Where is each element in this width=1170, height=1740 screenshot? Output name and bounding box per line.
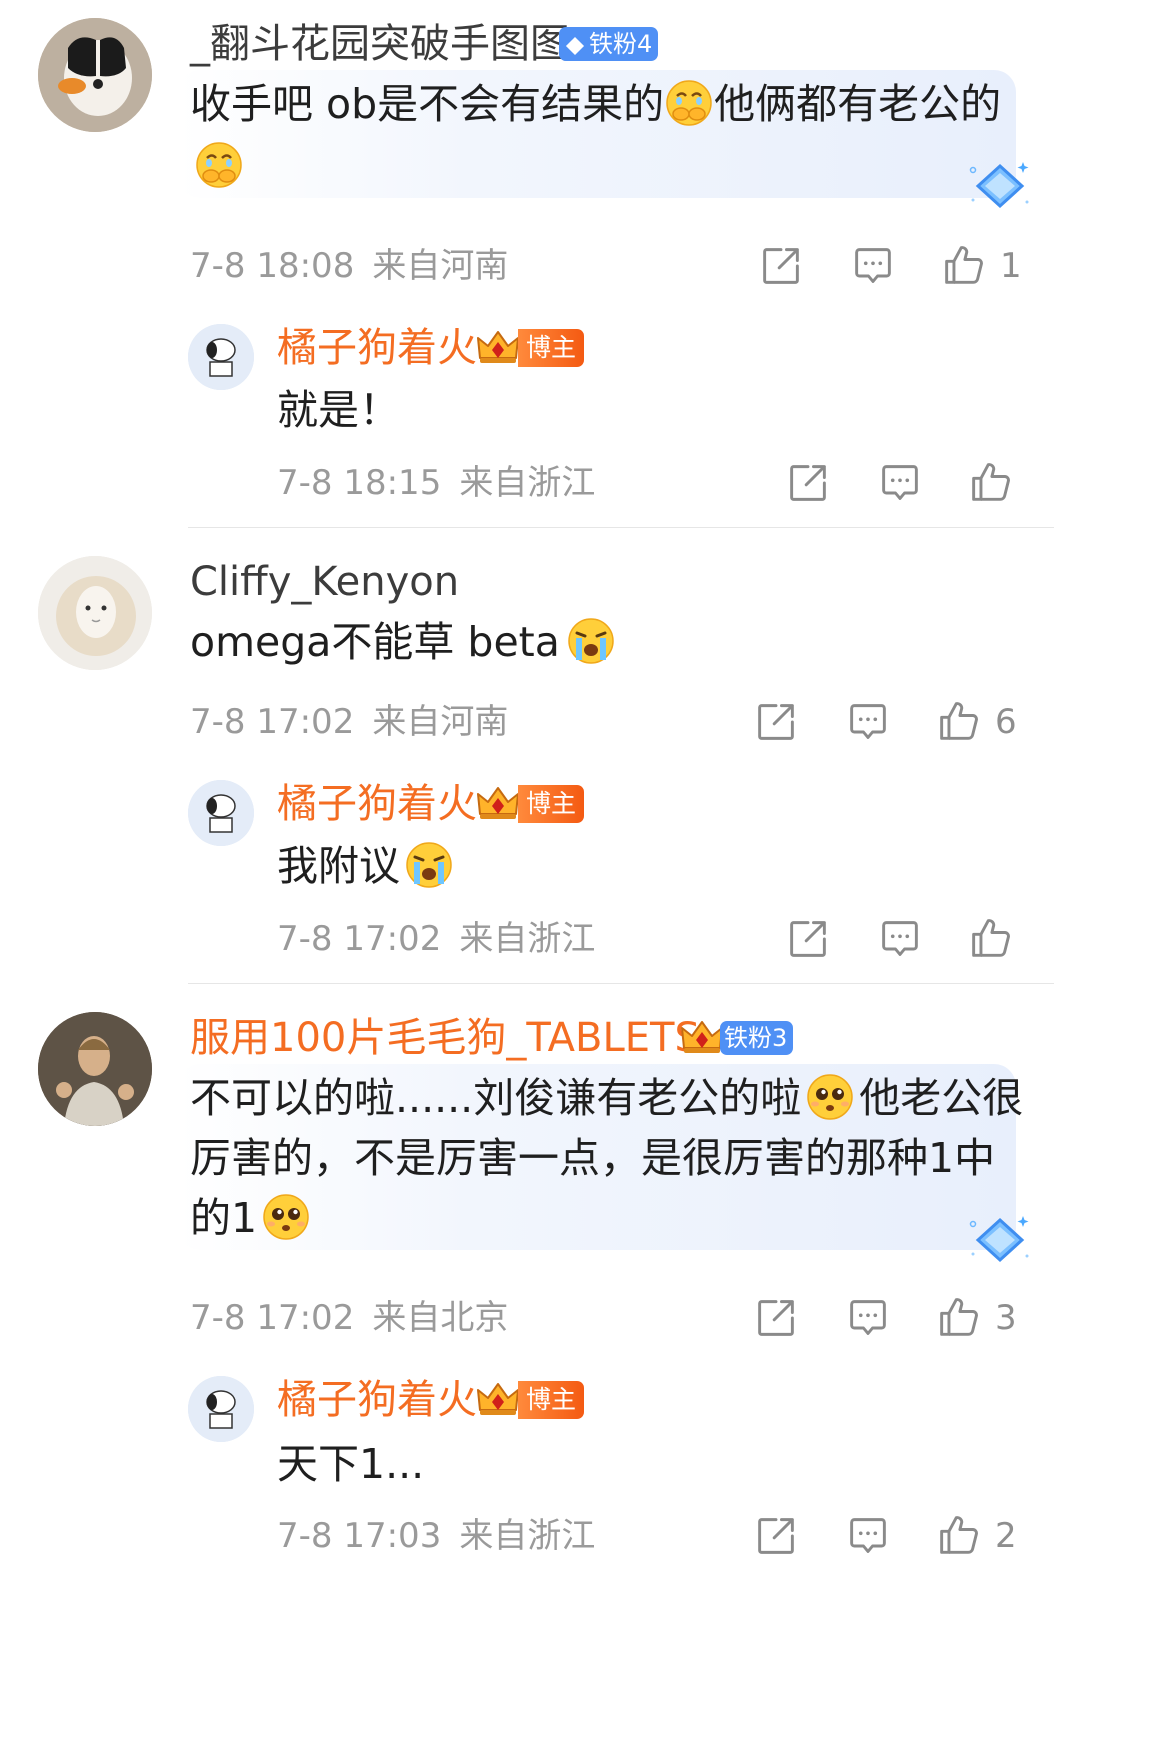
avatar[interactable] — [38, 556, 152, 670]
reply-username[interactable]: 橘子狗着火 — [277, 324, 477, 372]
comment-icon[interactable] — [848, 1298, 888, 1338]
thumbs-up-icon[interactable] — [938, 1514, 980, 1556]
username[interactable]: _翻斗花园突破手图图 — [190, 20, 570, 68]
pleading-emoji — [805, 1072, 855, 1122]
like-count: 1 — [1000, 246, 1022, 286]
share-icon[interactable] — [756, 1298, 796, 1338]
crown-icon — [678, 1018, 726, 1058]
diamond-sparkle-icon — [965, 156, 1035, 216]
cover-mouth-cry-emoji — [664, 78, 714, 128]
share-icon[interactable] — [788, 463, 828, 503]
loud-cry-emoji — [566, 616, 616, 666]
comment-meta: 7-8 17:02 来自河南 — [190, 702, 509, 742]
diamond-badge-icon — [565, 36, 585, 56]
host-badge[interactable]: 博主 — [474, 329, 585, 367]
comment-text: 不可以的啦......刘俊谦有老公的啦 他老公很 — [190, 1072, 1024, 1122]
thumbs-up-icon[interactable] — [938, 1296, 980, 1338]
loud-cry-emoji — [404, 840, 454, 890]
reply-username[interactable]: 橘子狗着火 — [277, 780, 477, 828]
share-icon[interactable] — [788, 919, 828, 959]
like-count: 2 — [995, 1516, 1017, 1556]
comment-meta: 7-8 17:02 来自北京 — [190, 1298, 509, 1338]
comment-text: 收手吧 ob是不会有结果的 他俩都有老公的 — [190, 78, 1002, 128]
username[interactable]: 服用100片毛毛狗_TABLETS — [190, 1014, 700, 1062]
cover-mouth-cry-emoji — [194, 140, 244, 190]
comment-text: omega不能草 beta — [190, 610, 616, 674]
reply-text: 就是！ — [277, 386, 400, 434]
dog-avatar-image — [38, 18, 152, 132]
reply-meta: 7-8 18:15 来自浙江 — [277, 463, 596, 503]
thumbs-up-icon[interactable] — [970, 917, 1012, 959]
reply-avatar[interactable] — [188, 1376, 254, 1442]
thumbs-up-icon[interactable] — [970, 461, 1012, 503]
comment-meta: 7-8 18:08 来自河南 — [190, 246, 509, 286]
diamond-sparkle-icon — [965, 1210, 1035, 1270]
comment-text-line2: 厉害的，不是厉害一点，是很厉害的那种1中 — [190, 1134, 996, 1182]
snoopy-avatar-image — [188, 1376, 254, 1442]
sheep-avatar-image — [38, 556, 152, 670]
comment-icon[interactable] — [880, 919, 920, 959]
reply-avatar[interactable] — [188, 324, 254, 390]
host-badge[interactable]: 博主 — [474, 785, 585, 823]
comment-icon[interactable] — [848, 702, 888, 742]
avatar[interactable] — [38, 1012, 152, 1126]
username[interactable]: Cliffy_Kenyon — [190, 558, 459, 606]
reply-text: 我附议 — [277, 834, 454, 898]
comment-text-line3: 的1 — [190, 1186, 311, 1250]
comment-text-cont — [194, 134, 244, 198]
thumbs-up-icon[interactable] — [938, 700, 980, 742]
like-count: 6 — [995, 702, 1017, 742]
comment-icon[interactable] — [848, 1516, 888, 1556]
divider — [188, 983, 1054, 984]
reply-username[interactable]: 橘子狗着火 — [277, 1376, 477, 1424]
fan-badge[interactable]: 铁粉4 — [559, 27, 659, 61]
share-icon[interactable] — [756, 1516, 796, 1556]
pleading-emoji — [261, 1192, 311, 1242]
host-badge[interactable]: 博主 — [474, 1381, 585, 1419]
reply-avatar[interactable] — [188, 780, 254, 846]
share-icon[interactable] — [756, 702, 796, 742]
reply-meta: 7-8 17:02 来自浙江 — [277, 919, 596, 959]
fan-badge[interactable]: 铁粉3 — [720, 1021, 794, 1055]
divider — [188, 527, 1054, 528]
reply-text: 天下1... — [277, 1440, 425, 1488]
thumbs-up-icon[interactable] — [943, 244, 985, 286]
snoopy-avatar-image — [188, 324, 254, 390]
avatar[interactable] — [38, 18, 152, 132]
reply-meta: 7-8 17:03 来自浙江 — [277, 1516, 596, 1556]
snoopy-avatar-image — [188, 780, 254, 846]
comment-icon[interactable] — [880, 463, 920, 503]
like-count: 3 — [995, 1298, 1017, 1338]
man-avatar-image — [38, 1012, 152, 1126]
share-icon[interactable] — [761, 246, 801, 286]
comment-icon[interactable] — [853, 246, 893, 286]
